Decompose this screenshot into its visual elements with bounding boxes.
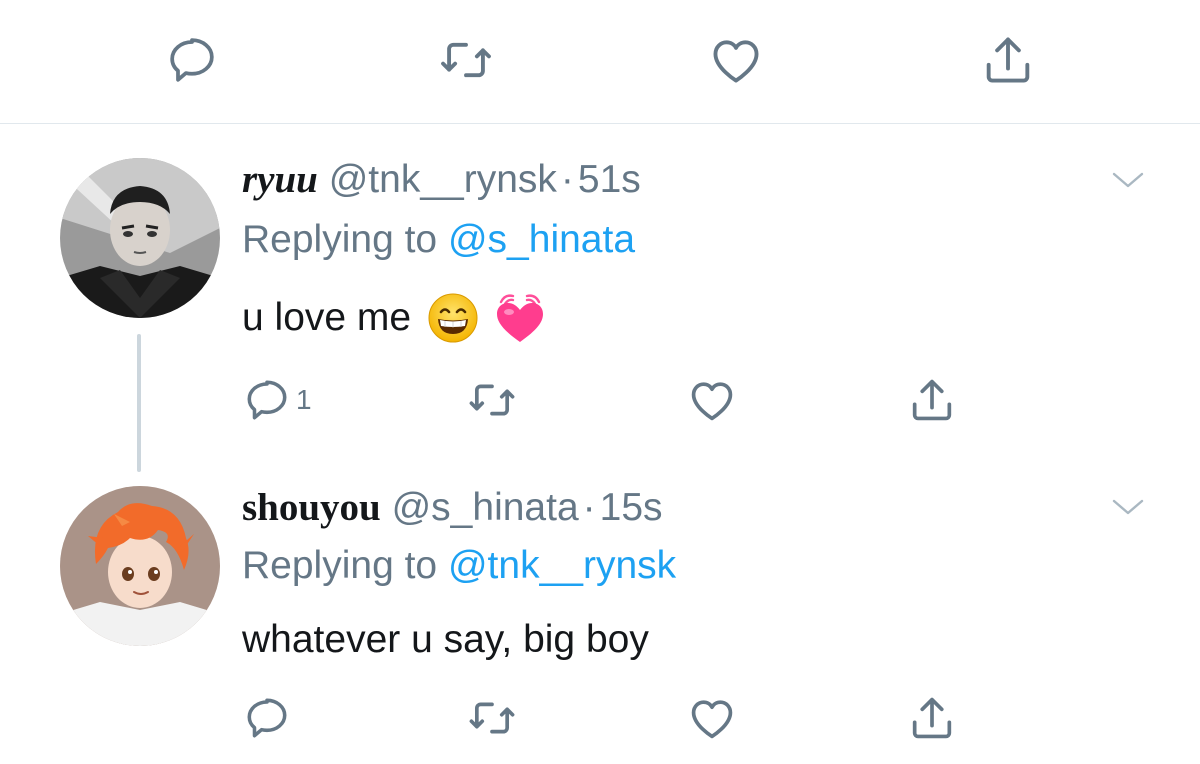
tweet-body: u love me [242, 290, 547, 346]
share-icon [912, 379, 952, 421]
top-action-bar [0, 0, 1200, 123]
tweet-header: shouyou @s_hinata · 15s [242, 486, 663, 530]
display-name[interactable]: ryuu [242, 158, 318, 201]
tweet-actions: 1 [242, 372, 982, 428]
replying-to-label: Replying to [242, 544, 438, 587]
heart-icon [713, 40, 759, 83]
tweet-text: whatever u say, big boy [242, 618, 649, 661]
share-button[interactable] [906, 372, 958, 428]
thread-connector-line [137, 334, 141, 472]
replying-to-line: Replying to @s_hinata [242, 218, 635, 262]
reply-icon [170, 38, 214, 82]
like-button[interactable] [686, 690, 738, 746]
tweet-header: ryuu @tnk__rynsk · 51s [242, 158, 641, 202]
avatar[interactable] [60, 158, 220, 318]
timestamp[interactable]: 51s [578, 158, 641, 201]
display-name[interactable]: shouyou [242, 486, 381, 529]
share-icon [912, 697, 952, 739]
chevron-down-icon [1112, 172, 1144, 188]
separator-dot: · [582, 486, 596, 529]
beating-heart-emoji [497, 294, 544, 342]
replying-to-line: Replying to @tnk__rynsk [242, 544, 676, 588]
top-retweet-button[interactable] [436, 32, 496, 88]
retweet-icon [441, 42, 491, 78]
user-handle[interactable]: @tnk__rynsk [329, 158, 557, 201]
heart-icon [691, 700, 733, 739]
top-like-button[interactable] [706, 32, 766, 88]
replying-to-label: Replying to [242, 218, 438, 261]
tweet-actions [242, 690, 982, 746]
divider [0, 123, 1200, 124]
reply-icon [247, 698, 287, 738]
grinning-face-emoji [428, 293, 478, 343]
reply-count: 1 [296, 384, 312, 415]
retweet-button[interactable] [466, 690, 518, 746]
top-reply-button[interactable] [162, 32, 222, 88]
tweet-menu-button[interactable] [1108, 165, 1148, 195]
top-share-button[interactable] [978, 32, 1038, 88]
retweet-button[interactable] [466, 372, 518, 428]
replying-to-mention[interactable]: @tnk__rynsk [448, 544, 676, 587]
replying-to-mention[interactable]: @s_hinata [448, 218, 635, 261]
tweet-text: u love me [242, 296, 412, 339]
chevron-down-icon [1112, 499, 1144, 515]
like-button[interactable] [686, 372, 738, 428]
share-button[interactable] [906, 690, 958, 746]
retweet-icon [469, 384, 515, 416]
share-icon [986, 37, 1030, 83]
tweet-menu-button[interactable] [1108, 492, 1148, 522]
timestamp[interactable]: 15s [600, 486, 663, 529]
tweet-body: whatever u say, big boy [242, 617, 649, 663]
retweet-icon [469, 702, 515, 734]
user-handle[interactable]: @s_hinata [392, 486, 579, 529]
reply-button[interactable] [242, 690, 292, 746]
heart-icon [691, 382, 733, 421]
reply-button[interactable]: 1 [242, 372, 312, 428]
reply-icon [247, 380, 287, 420]
avatar[interactable] [60, 486, 220, 646]
separator-dot: · [560, 158, 574, 201]
